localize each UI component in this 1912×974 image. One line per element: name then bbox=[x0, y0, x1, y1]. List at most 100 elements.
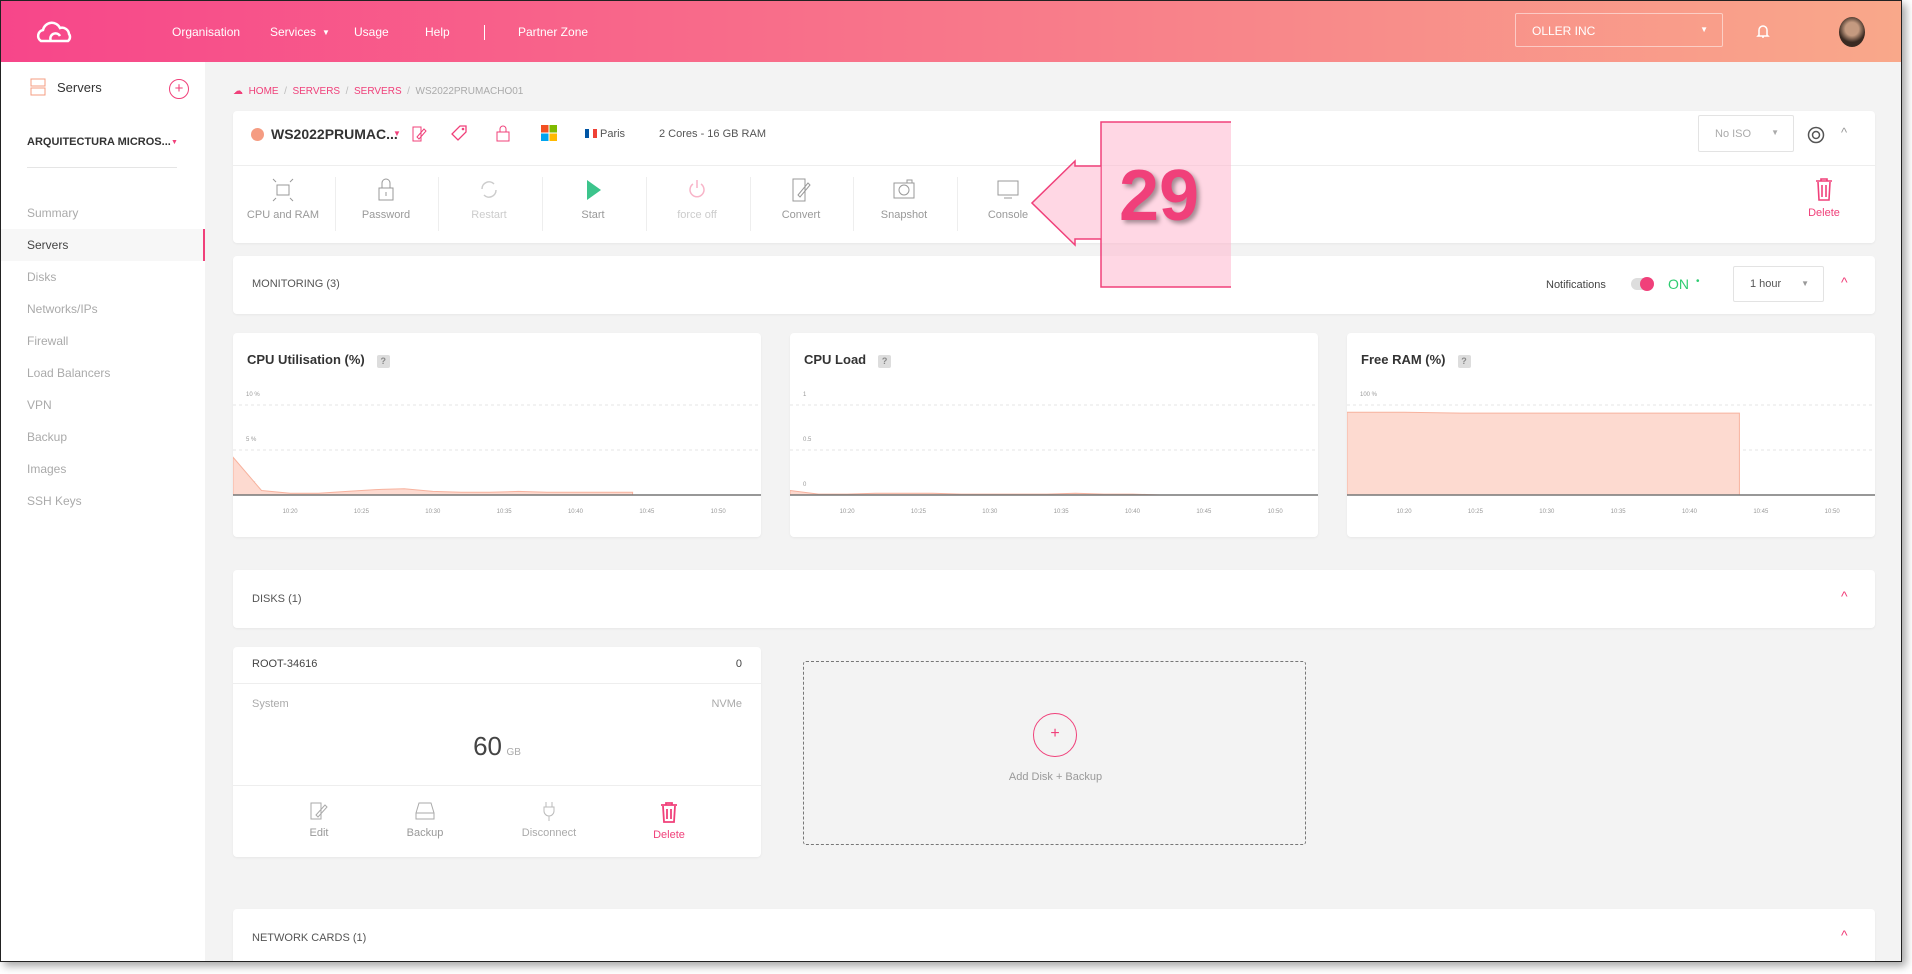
chart-title: CPU Load? bbox=[804, 352, 892, 368]
sidebar-item-summary[interactable]: Summary bbox=[1, 197, 205, 229]
convert-label: Convert bbox=[781, 209, 821, 221]
delete-server-button[interactable]: Delete bbox=[1774, 177, 1874, 219]
breadcrumb-servers[interactable]: SERVERS bbox=[292, 86, 340, 97]
convert-button[interactable]: Convert bbox=[751, 177, 851, 221]
cpu-and-ram-button[interactable]: CPU and RAM bbox=[233, 177, 333, 221]
disks-title[interactable]: DISKS (1) bbox=[252, 593, 302, 605]
lock-icon[interactable] bbox=[496, 124, 510, 142]
divider bbox=[233, 683, 761, 684]
server-name[interactable]: WS2022PRUMAC... bbox=[271, 126, 398, 142]
sidebar-item-disks[interactable]: Disks bbox=[1, 261, 205, 293]
iso-select[interactable]: No ISO ▼ bbox=[1698, 115, 1794, 152]
notifications-toggle[interactable] bbox=[1631, 277, 1654, 291]
x-tick-label: 10:25 bbox=[911, 509, 927, 515]
collapse-chevron-up-icon[interactable]: ^ bbox=[1841, 588, 1848, 604]
x-tick-label: 10:20 bbox=[1397, 509, 1413, 515]
sidebar-item-images[interactable]: Images bbox=[1, 453, 205, 485]
lifebuoy-icon[interactable] bbox=[1807, 126, 1825, 144]
area-series bbox=[233, 456, 634, 496]
help-icon[interactable]: ? bbox=[1457, 355, 1471, 368]
x-tick-label: 10:35 bbox=[497, 509, 513, 515]
breadcrumb-current: WS2022PRUMACHO01 bbox=[415, 86, 524, 97]
sidebar-item-vpn[interactable]: VPN bbox=[1, 389, 205, 421]
chart-card: Free RAM (%)?0 %50 %100 %10:2010:2510:30… bbox=[1347, 333, 1875, 537]
sidebar-item-ssh-keys[interactable]: SSH Keys bbox=[1, 485, 205, 517]
server-specs: 2 Cores - 16 GB RAM bbox=[659, 128, 766, 140]
sidebar-item-firewall[interactable]: Firewall bbox=[1, 325, 205, 357]
y-tick-label: 5 % bbox=[246, 437, 257, 443]
start-icon bbox=[587, 180, 601, 200]
sidebar-item-backup[interactable]: Backup bbox=[1, 421, 205, 453]
sidebar-item-load-balancers[interactable]: Load Balancers bbox=[1, 357, 205, 389]
chevron-down-icon[interactable]: ▼ bbox=[322, 28, 330, 37]
france-flag-icon bbox=[585, 129, 597, 138]
chart-card: CPU Load? 0 0.5 1 10:20 10:25 10:30 10:35 10:40 1… bbox=[790, 333, 1318, 537]
sidebar-item-networks-ips[interactable]: Networks/IPs bbox=[1, 293, 205, 325]
monitoring-title[interactable]: MONITORING (3) bbox=[252, 278, 340, 290]
organisation-select[interactable]: OLLER INC ▼ bbox=[1515, 13, 1723, 47]
trash-icon bbox=[1816, 178, 1832, 201]
breadcrumb-servers-2[interactable]: SERVERS bbox=[354, 86, 402, 97]
disk-edit-button[interactable]: Edit bbox=[269, 801, 369, 839]
chevron-down-icon: ▼ bbox=[1771, 128, 1779, 137]
cpu-and-ram-icon bbox=[272, 178, 294, 202]
nav-services[interactable]: Services bbox=[270, 25, 316, 39]
restart-icon bbox=[481, 181, 497, 198]
bell-icon[interactable] bbox=[1756, 23, 1770, 39]
x-tick-label: 10:45 bbox=[639, 509, 655, 515]
avatar[interactable] bbox=[1839, 17, 1865, 47]
x-tick-label: 10:25 bbox=[354, 509, 370, 515]
restart-button[interactable]: Restart bbox=[439, 177, 539, 221]
delete-label: Delete bbox=[653, 829, 685, 841]
nav-help[interactable]: Help bbox=[425, 25, 450, 39]
snapshot-button[interactable]: Snapshot bbox=[854, 177, 954, 221]
collapse-chevron-up-icon[interactable]: ^ bbox=[1841, 274, 1848, 290]
range-value: 1 hour bbox=[1750, 278, 1782, 290]
add-server-button[interactable]: + bbox=[169, 79, 189, 99]
password-button[interactable]: Password bbox=[336, 177, 436, 221]
breadcrumb: ☁ HOME / SERVERS / SERVERS / WS2022PRUMA… bbox=[233, 86, 524, 97]
status-dot bbox=[251, 128, 264, 141]
cloud-logo-icon[interactable] bbox=[33, 19, 77, 45]
disk-name: ROOT-34616 bbox=[252, 658, 318, 670]
chevron-down-icon[interactable]: ▼ bbox=[171, 139, 178, 146]
password-label: Password bbox=[361, 209, 411, 221]
sidebar-item-servers[interactable]: Servers bbox=[1, 229, 205, 261]
chart-plot: 0 %50 %100 %10:2010:2510:3010:3510:4010:… bbox=[1347, 392, 1875, 515]
tag-icon[interactable] bbox=[450, 124, 468, 142]
nav-partner-zone[interactable]: Partner Zone bbox=[518, 25, 588, 39]
edit-label: Edit bbox=[309, 827, 329, 839]
collapse-chevron-up-icon[interactable]: ^ bbox=[1841, 125, 1847, 140]
collapse-chevron-up-icon[interactable]: ^ bbox=[1841, 927, 1848, 943]
time-range-select[interactable]: 1 hour ▼ bbox=[1733, 266, 1824, 302]
chevron-down-icon[interactable]: ▼ bbox=[393, 129, 401, 138]
add-disk-button[interactable]: + Add Disk + Backup bbox=[803, 661, 1306, 845]
force-off-button[interactable]: force off bbox=[647, 177, 747, 221]
nav-divider bbox=[484, 25, 485, 40]
disk-disconnect-button[interactable]: Disconnect bbox=[499, 801, 599, 839]
network-cards-title[interactable]: NETWORK CARDS (1) bbox=[252, 932, 366, 944]
password-icon bbox=[378, 178, 394, 201]
disk-backup-button[interactable]: Backup bbox=[375, 801, 475, 839]
nav-organisation[interactable]: Organisation bbox=[172, 25, 240, 39]
disk-card: ROOT-34616 0 System NVMe 60 GB Edit Back… bbox=[233, 647, 761, 857]
cpu-and-ram-label: CPU and RAM bbox=[246, 209, 320, 221]
divider bbox=[27, 167, 177, 168]
help-icon[interactable]: ? bbox=[376, 355, 390, 368]
x-tick-label: 10:50 bbox=[711, 509, 727, 515]
divider bbox=[542, 177, 543, 231]
disk-delete-button[interactable]: Delete bbox=[619, 801, 719, 841]
divider bbox=[233, 785, 761, 786]
chart-card: CPU Utilisation (%)?0 %5 %10 %10:2010:25… bbox=[233, 333, 761, 537]
divider bbox=[853, 177, 854, 231]
nav-usage[interactable]: Usage bbox=[354, 25, 389, 39]
y-tick-label: 10 % bbox=[246, 392, 260, 398]
edit-icon[interactable] bbox=[411, 125, 427, 143]
breadcrumb-home[interactable]: HOME bbox=[249, 86, 279, 97]
project-select[interactable]: ARQUITECTURA MICROS... bbox=[27, 136, 171, 148]
x-tick-label: 10:50 bbox=[1825, 509, 1841, 515]
start-button[interactable]: Start bbox=[543, 177, 643, 221]
x-tick-label: 10:45 bbox=[1196, 509, 1212, 515]
x-tick-label: 10:30 bbox=[1539, 509, 1555, 515]
help-icon[interactable]: ? bbox=[878, 355, 892, 368]
